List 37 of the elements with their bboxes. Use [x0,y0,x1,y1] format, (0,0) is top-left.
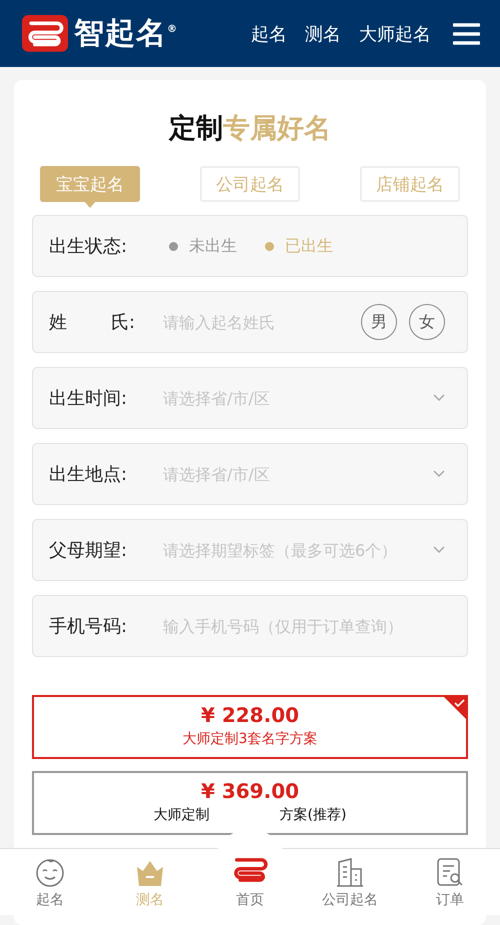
gender-button[interactable]: 男 [361,304,397,340]
page-title: 定制专属好名 [168,112,332,146]
field-label: 氏: [111,311,136,334]
plan-option[interactable]: ¥ 369.00 大师定制 方案(推荐) [32,771,468,835]
crown-icon [135,859,165,887]
logo-icon [22,15,68,52]
order-search-icon [435,857,465,887]
plan-description: 大师定制 [154,806,210,824]
nav-link[interactable]: 大师起名 [359,22,431,46]
bottom-nav-item[interactable]: 订单 [400,849,500,915]
field-label: 出生状态: [49,235,128,258]
plan-option[interactable]: ¥ 228.00 大师定制3套名字方案 [32,695,468,759]
chevron-down-icon [433,546,445,554]
plan-description: 大师定制3套名字方案 [182,730,318,748]
bottom-nav-item[interactable]: 起名 [0,849,100,915]
bottom-nav-item[interactable]: 首页 [200,849,300,915]
menu-icon[interactable] [453,22,480,44]
plan-price: ¥ 369.00 [200,779,300,803]
field-label: 姓 [49,311,67,334]
check-corner-icon [442,695,468,721]
gender-button[interactable]: 女 [409,304,445,340]
chevron-down-icon [433,394,445,402]
field-label: 出生时间: [49,387,128,410]
plan-description: 方案(推荐) [280,806,346,824]
field-label: 父母期望: [49,539,128,562]
field-label: 手机号码: [49,615,128,638]
chevron-down-icon [433,470,445,478]
baby-face-icon [34,857,66,887]
nav-link[interactable]: 起名 [251,22,287,46]
field-label: 出生地点: [49,463,128,486]
nav-link[interactable]: 测名 [305,22,341,46]
plan-price: ¥ 228.00 [200,703,300,727]
bottom-nav-item[interactable]: 公司起名 [300,849,400,915]
building-icon [335,857,365,887]
pointer-icon [84,201,96,208]
brand-name: 智起名$^{®}$ [74,15,178,53]
radio-option[interactable]: 未出生 [169,236,237,256]
